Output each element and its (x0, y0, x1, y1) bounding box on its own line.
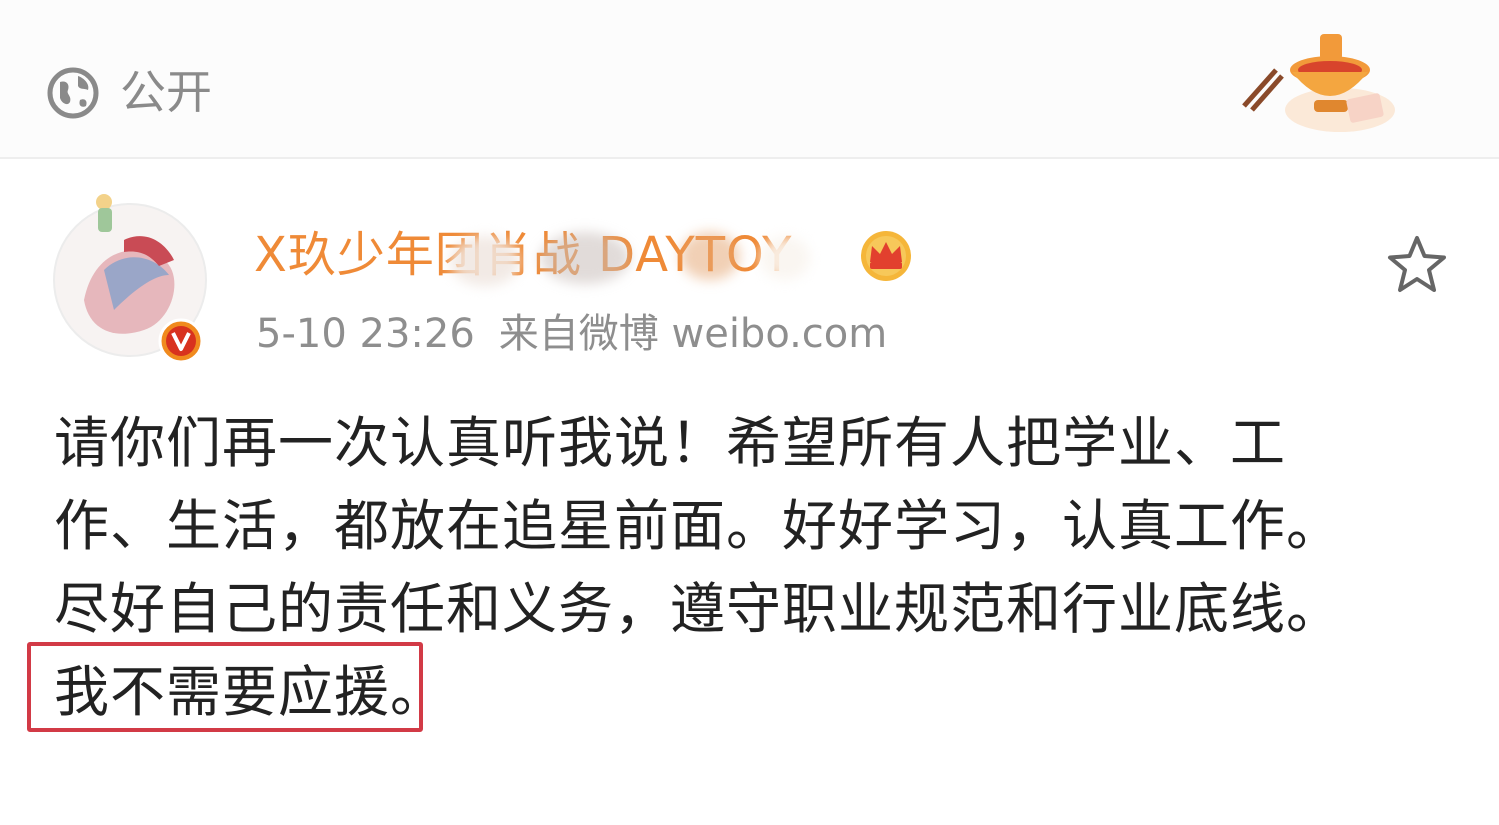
crown-icon (861, 231, 911, 281)
censor-smudge (540, 232, 630, 284)
star-icon[interactable] (1386, 234, 1448, 294)
censor-smudge (450, 236, 520, 286)
visibility-label[interactable]: 公开 (120, 60, 212, 124)
post-line: 尽好自己的责任和义务，遵守职业规范和行业底线。 (54, 577, 1343, 641)
censor-smudge (760, 236, 810, 280)
censor-smudge (680, 232, 740, 280)
hotpot-sticker-icon (1242, 34, 1395, 132)
post-meta: 5-10 23:26 来自微博 weibo.com (256, 306, 887, 362)
verified-v-icon (158, 318, 204, 364)
globe-icon (47, 67, 99, 119)
post-source[interactable]: 来自微博 weibo.com (499, 311, 887, 357)
timestamp: 5-10 23:26 (256, 311, 475, 357)
post-line: 请你们再一次认真听我说！希望所有人把学业、工 (54, 411, 1287, 475)
top-bar: 公开 (0, 0, 1499, 159)
avatar[interactable] (44, 180, 224, 370)
highlight-box (27, 642, 423, 732)
post-line: 作、生活，都放在追星前面。好好学习，认真工作。 (54, 494, 1343, 558)
